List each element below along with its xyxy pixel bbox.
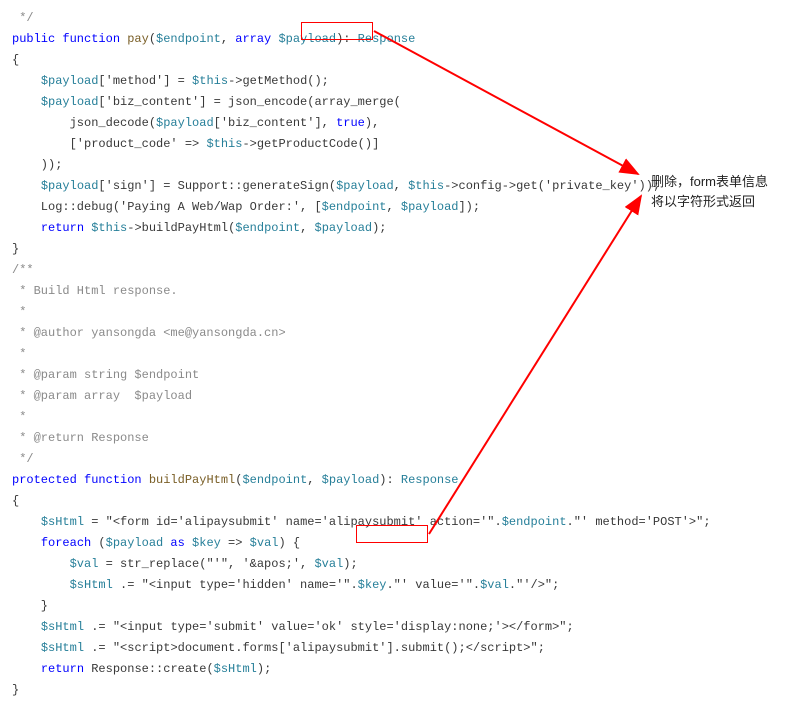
code-line: * (12, 302, 788, 323)
annotation-line2: 将以字符形式返回 (651, 192, 768, 212)
code-line: * (12, 344, 788, 365)
code-line: * (12, 407, 788, 428)
code-line: foreach ($payload as $key => $val) { (12, 533, 788, 554)
annotation-text: 删除，form表单信息 将以字符形式返回 (651, 172, 768, 211)
code-line: * @author yansongda <me@yansongda.cn> (12, 323, 788, 344)
code-line: { (12, 50, 788, 71)
code-line: json_decode($payload['biz_content'], tru… (12, 113, 788, 134)
annotation-line1: 删除，form表单信息 (651, 172, 768, 192)
code-line: * Build Html response. (12, 281, 788, 302)
code-line: $sHtml .= "<script>document.forms['alipa… (12, 638, 788, 659)
code-line: } (12, 596, 788, 617)
code-block: */ public function pay($endpoint, array … (12, 8, 788, 701)
code-line: { (12, 491, 788, 512)
code-line: return $this->buildPayHtml($endpoint, $p… (12, 218, 788, 239)
code-line: $val = str_replace("'", '&apos;', $val); (12, 554, 788, 575)
code-line: ['product_code' => $this->getProductCode… (12, 134, 788, 155)
code-line: * @param string $endpoint (12, 365, 788, 386)
code-line: /** (12, 260, 788, 281)
code-line-buildpayhtml-signature: protected function buildPayHtml($endpoin… (12, 470, 788, 491)
code-line: $payload['biz_content'] = json_encode(ar… (12, 92, 788, 113)
code-line: * @param array $payload (12, 386, 788, 407)
code-line: $payload['method'] = $this->getMethod(); (12, 71, 788, 92)
code-line: return Response::create($sHtml); (12, 659, 788, 680)
code-line-pay-signature: public function pay($endpoint, array $pa… (12, 29, 788, 50)
code-line: $sHtml = "<form id='alipaysubmit' name='… (12, 512, 788, 533)
code-line: */ (12, 449, 788, 470)
code-line: } (12, 680, 788, 701)
code-line: $sHtml .= "<input type='submit' value='o… (12, 617, 788, 638)
code-line: * @return Response (12, 428, 788, 449)
code-line: */ (12, 8, 788, 29)
code-line: } (12, 239, 788, 260)
code-line: $sHtml .= "<input type='hidden' name='".… (12, 575, 788, 596)
